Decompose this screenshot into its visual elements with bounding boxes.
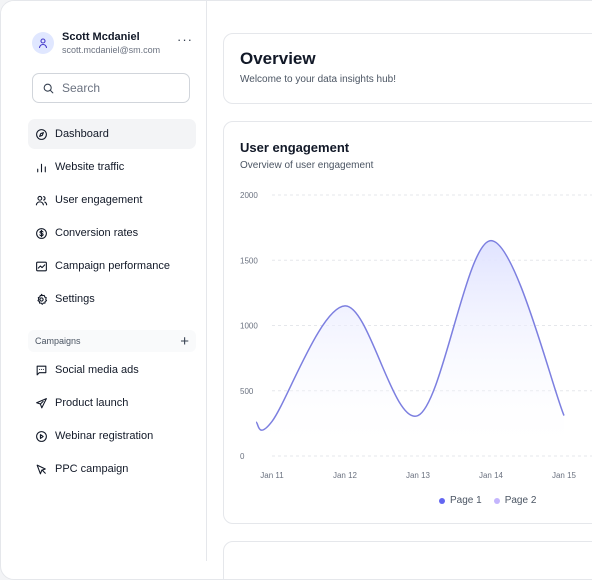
chart-legend: Page 1 Page 2	[439, 495, 536, 506]
nav-item-label: Dashboard	[55, 128, 109, 140]
nav-item-webinar-registration[interactable]: Webinar registration	[28, 421, 196, 451]
x-tick-label: Jan 11	[260, 471, 284, 480]
x-tick-label: Jan 14	[479, 471, 504, 480]
nav-item-label: Campaign performance	[55, 260, 170, 272]
y-tick-label: 500	[240, 387, 254, 396]
y-tick-label: 1500	[240, 256, 258, 265]
search-placeholder: Search	[62, 81, 101, 95]
page-title: Overview	[240, 49, 316, 68]
nav-item-label: Settings	[55, 293, 95, 305]
user-email: scott.mcdaniel@sm.com	[62, 45, 161, 55]
nav-item-label: Conversion rates	[55, 227, 139, 239]
user-icon	[38, 38, 48, 49]
more-options-button[interactable]: ···	[177, 32, 193, 47]
x-tick-label: Jan 12	[333, 471, 358, 480]
user-profile[interactable]: Scott Mcdaniel scott.mcdaniel@sm.com ···	[32, 30, 197, 58]
legend-item-page-1[interactable]: Page 1	[439, 495, 482, 506]
search-icon	[43, 83, 54, 93]
user-engagement-chart: 0 500 1000 1500 2000 Jan 11 Jan 12 Jan 13 Jan 14…	[240, 191, 592, 480]
nav-item-user-engagement[interactable]: User engagement	[28, 185, 196, 215]
nav-item-label: Product launch	[55, 397, 129, 409]
users-icon	[35, 195, 48, 205]
x-tick-label: Jan 13	[406, 471, 431, 480]
y-tick-label: 1000	[240, 322, 258, 331]
y-tick-label: 0	[240, 452, 245, 461]
play-circle-icon	[36, 430, 47, 442]
nav-item-label: PPC campaign	[55, 463, 129, 475]
campaigns-section-header: Campaigns +	[28, 330, 196, 352]
legend-swatch	[493, 497, 500, 504]
dollar-circle-icon	[36, 227, 47, 239]
nav-item-label: User engagement	[55, 194, 143, 206]
nav-item-product-launch[interactable]: Product launch	[28, 388, 196, 418]
app-window: Scott Mcdaniel scott.mcdaniel@sm.com ···…	[0, 0, 592, 580]
nav-item-social-media-ads[interactable]: Social media ads	[28, 355, 196, 385]
compass-icon	[36, 128, 47, 140]
send-icon	[36, 397, 47, 408]
nav-item-settings[interactable]: Settings	[28, 284, 196, 314]
cursor-click-icon	[36, 464, 46, 474]
message-square-icon	[36, 365, 47, 375]
nav-item-label: Webinar registration	[55, 430, 154, 442]
series-area-page-1	[256, 240, 564, 456]
line-chart-icon	[36, 261, 47, 271]
overview-card: Overview Welcome to your data insights h…	[223, 33, 592, 104]
nav-item-label: Social media ads	[55, 364, 139, 376]
bar-chart-icon	[37, 163, 46, 172]
campaigns-section-label: Campaigns	[35, 336, 81, 346]
user-name: Scott Mcdaniel	[62, 31, 140, 43]
search-input[interactable]: Search	[32, 73, 190, 103]
sidebar: Scott Mcdaniel scott.mcdaniel@sm.com ···…	[1, 1, 207, 561]
nav-item-conversion-rates[interactable]: Conversion rates	[28, 218, 196, 248]
nav-item-campaign-performance[interactable]: Campaign performance	[28, 251, 196, 281]
x-tick-label: Jan 15	[552, 471, 577, 480]
user-engagement-card: User engagement Overview of user engagem…	[223, 121, 592, 524]
add-campaign-button[interactable]: +	[180, 334, 189, 349]
avatar[interactable]	[32, 32, 54, 54]
legend-label: Page 2	[504, 495, 537, 506]
legend-label: Page 1	[450, 495, 482, 506]
legend-item-page-2[interactable]: Page 2	[493, 495, 537, 506]
nav-item-dashboard[interactable]: Dashboard	[28, 119, 196, 149]
nav-item-label: Website traffic	[55, 161, 125, 173]
nav-item-website-traffic[interactable]: Website traffic	[28, 152, 196, 182]
nav-item-ppc-campaign[interactable]: PPC campaign	[28, 454, 196, 484]
y-tick-label: 2000	[240, 191, 258, 200]
page-subtitle: Welcome to your data insights hub!	[240, 74, 397, 85]
legend-swatch	[439, 497, 445, 504]
gear-icon	[37, 293, 48, 305]
bottom-card	[223, 541, 592, 579]
